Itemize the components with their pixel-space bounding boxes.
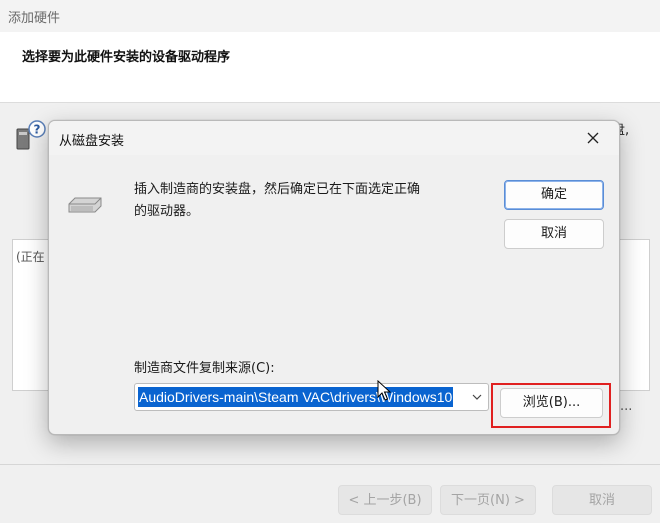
wizard-title: 添加硬件 <box>8 11 61 26</box>
dialog-titlebar: 从磁盘安装 <box>49 121 619 155</box>
source-path-label: 制造商文件复制来源(C): <box>134 361 275 376</box>
dialog-cancel-button[interactable]: 取消 <box>504 219 604 249</box>
ok-button[interactable]: 确定 <box>504 180 604 210</box>
dialog-title: 从磁盘安装 <box>59 134 125 149</box>
svg-text:?: ? <box>34 123 41 137</box>
wizard-titlebar: 添加硬件 <box>0 0 660 32</box>
disk-drive-icon <box>67 193 103 215</box>
browse-highlight-box <box>491 383 611 428</box>
source-path-value[interactable]: AudioDrivers-main\Steam VAC\drivers\Wind… <box>138 387 454 407</box>
source-path-combobox[interactable]: AudioDrivers-main\Steam VAC\drivers\Wind… <box>134 383 489 411</box>
hardware-help-icon: ? <box>14 119 48 153</box>
dialog-message: 插入制造商的安装盘，然后确定已在下面选定正确的驱动器。 <box>134 182 421 219</box>
close-icon <box>587 132 599 144</box>
mouse-cursor-icon <box>377 380 391 401</box>
wizard-cancel-button[interactable]: 取消 <box>552 485 652 515</box>
wizard-heading: 选择要为此硬件安装的设备驱动程序 <box>22 50 231 65</box>
wizard-footer: < 上一步(B) 下一页(N) > 取消 <box>0 464 660 523</box>
back-button[interactable]: < 上一步(B) <box>338 485 432 515</box>
chevron-down-icon[interactable] <box>472 392 482 402</box>
install-from-disk-dialog: 从磁盘安装 插入制造商的安装盘，然后确定已在下面选定正确的驱动器。 确定 取消 … <box>48 120 620 435</box>
close-button[interactable] <box>573 124 613 152</box>
wizard-hint-text: ... <box>620 399 633 414</box>
listbox-status-text: (正在 <box>16 250 45 264</box>
wizard-header: 选择要为此硬件安装的设备驱动程序 <box>0 32 660 103</box>
next-button[interactable]: 下一页(N) > <box>440 485 536 515</box>
